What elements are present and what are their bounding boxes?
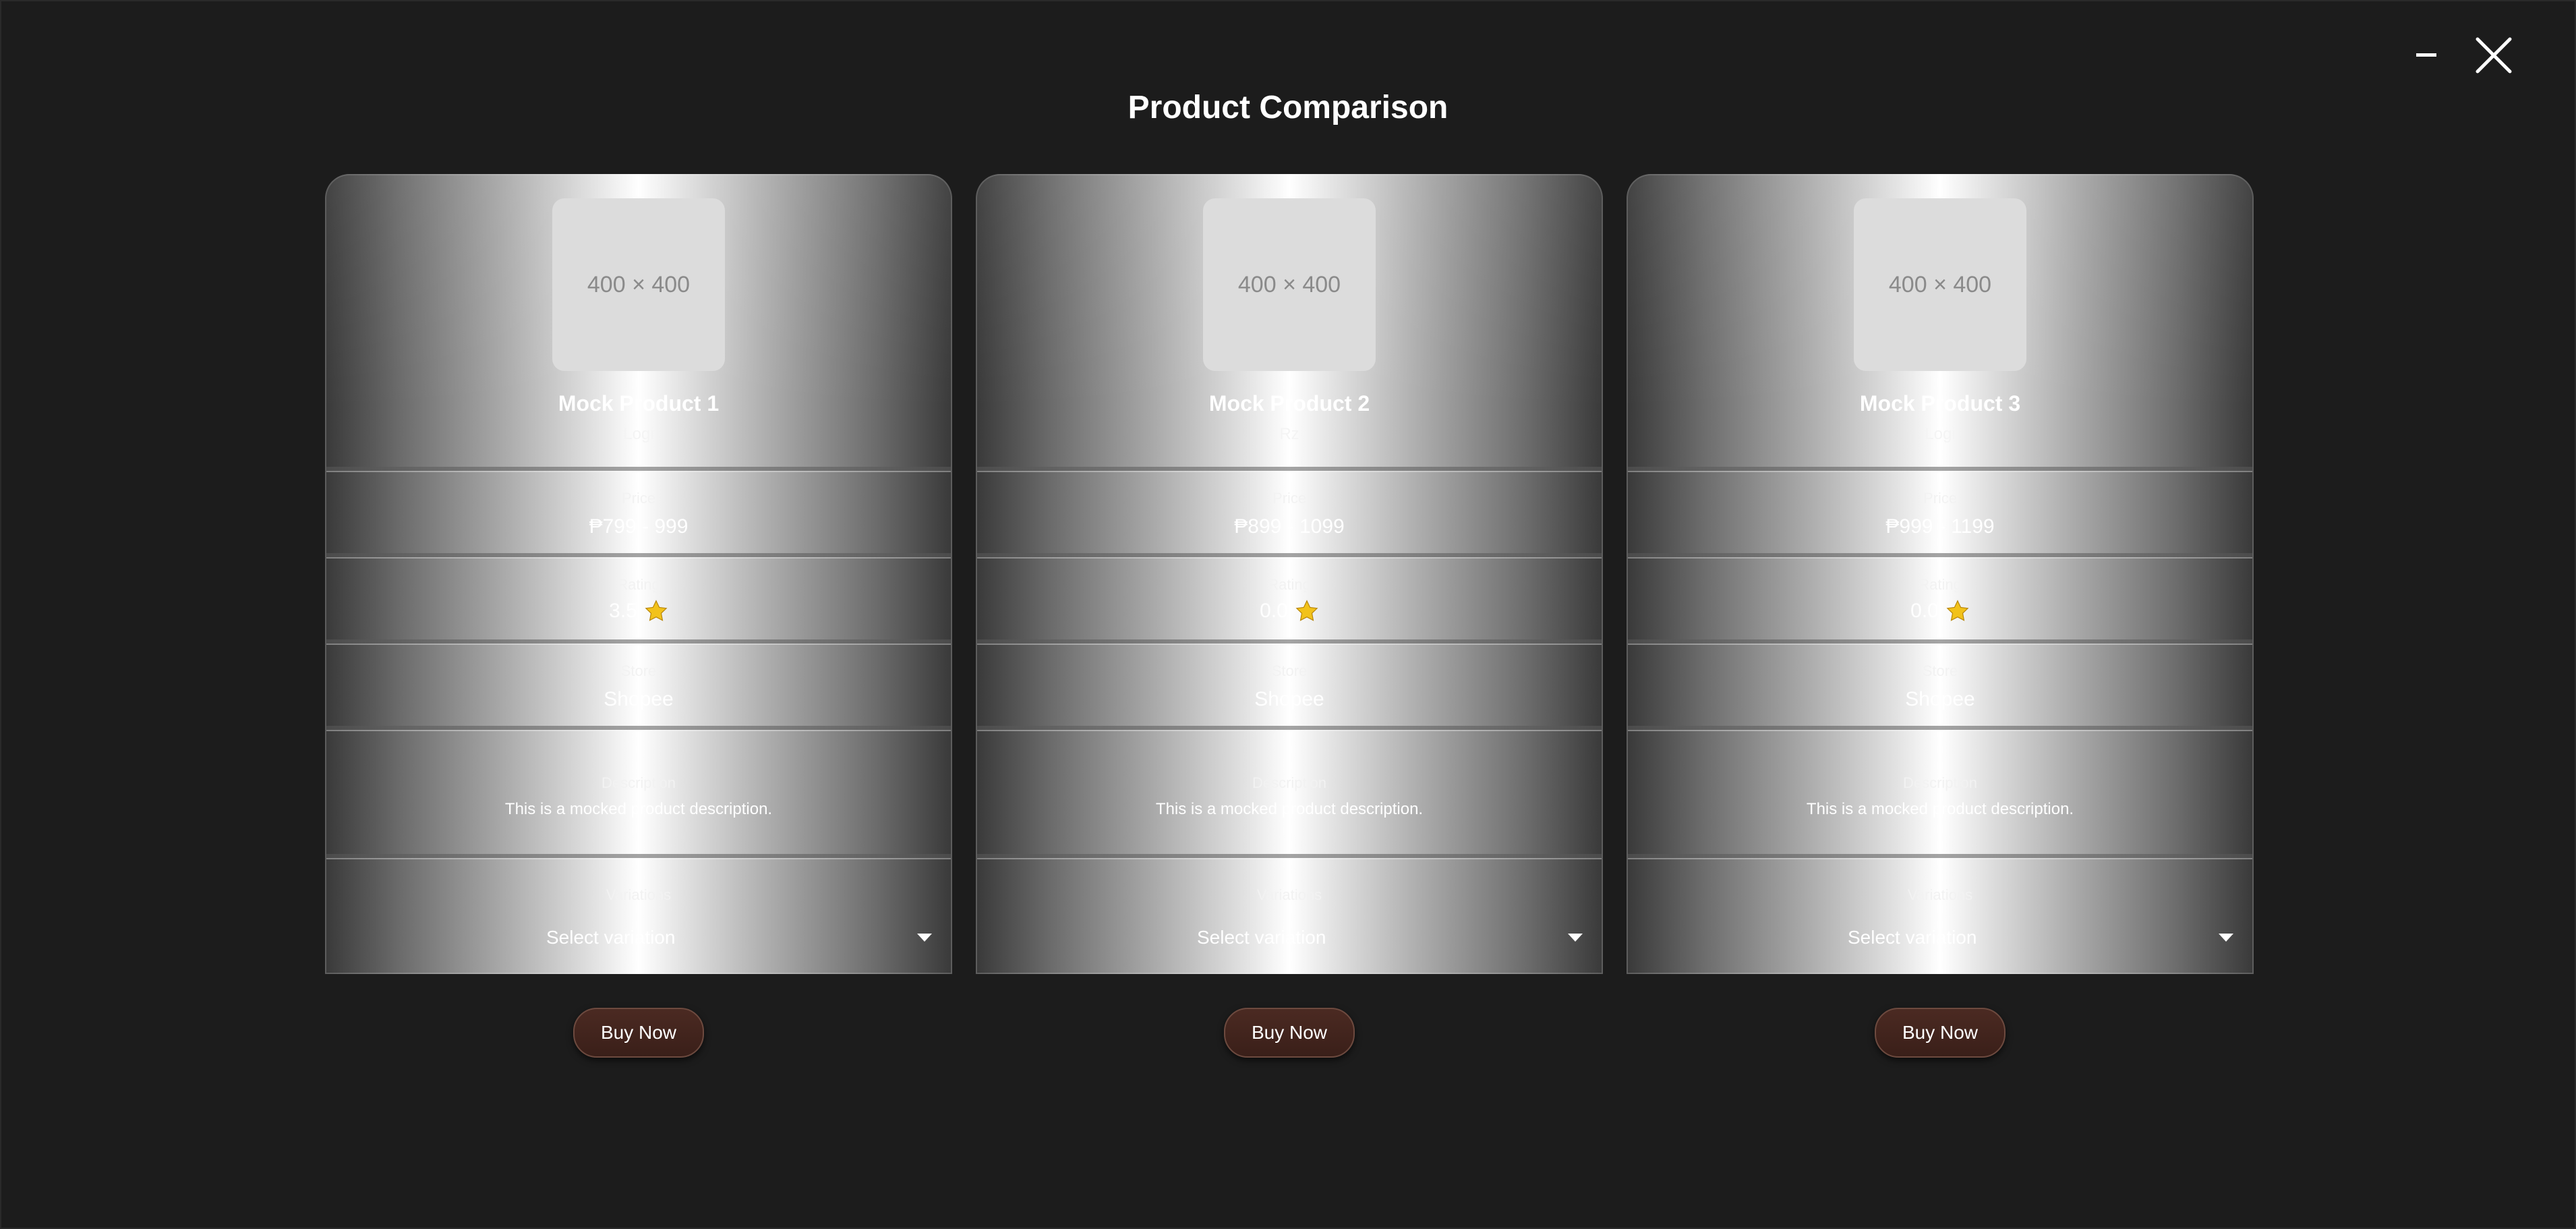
variations-section: Variations Select variation: [326, 854, 951, 973]
description-label: Description: [1902, 774, 1978, 791]
variation-select-value: Select variation: [1848, 927, 1977, 948]
store-value: Shopee: [1254, 688, 1324, 710]
price-section: Price ₱799 - 999: [326, 467, 951, 553]
product-header: 400 × 400 Mock Product 3 Logi: [1628, 175, 2252, 467]
description-label: Description: [601, 774, 676, 791]
product-brand: Logi: [1925, 425, 1956, 443]
rating-section: Rating 3.5: [326, 553, 951, 639]
product-column: 400 × 400 Mock Product 3 Logi Price ₱999…: [1627, 174, 2254, 1058]
description-value: This is a mocked product description.: [504, 800, 773, 818]
rating-value: 3.5: [609, 600, 637, 622]
product-image: 400 × 400: [1203, 198, 1376, 371]
variation-select-value: Select variation: [1197, 927, 1326, 948]
variations-label: Variations: [1256, 886, 1322, 903]
product-name: Mock Product 2: [1208, 391, 1370, 416]
product-image: 400 × 400: [552, 198, 725, 371]
description-section: Description This is a mocked product des…: [326, 726, 951, 854]
product-column: 400 × 400 Mock Product 1 Logi Price ₱799…: [325, 174, 952, 1058]
product-header: 400 × 400 Mock Product 2 Rz: [977, 175, 1602, 467]
price-label: Price: [621, 490, 656, 507]
product-brand: Logi: [623, 425, 654, 443]
product-image: 400 × 400: [1854, 198, 2026, 371]
minimize-icon: [2416, 53, 2436, 57]
product-card: 400 × 400 Mock Product 2 Rz Price ₱899 -…: [976, 174, 1603, 974]
close-icon: [2475, 36, 2513, 74]
store-section: Store Shopee: [326, 639, 951, 726]
variation-select[interactable]: Select variation: [977, 919, 1602, 956]
store-section: Store Shopee: [977, 639, 1602, 726]
description-label: Description: [1252, 774, 1327, 791]
price-section: Price ₱999 - 1199: [1628, 467, 2252, 553]
rating-row: 0.0: [977, 599, 1602, 623]
variations-section: Variations Select variation: [1628, 854, 2252, 973]
chevron-down-icon: [2219, 934, 2233, 942]
product-card: 400 × 400 Mock Product 3 Logi Price ₱999…: [1627, 174, 2254, 974]
product-cards: 400 × 400 Mock Product 1 Logi Price ₱799…: [325, 174, 2254, 1058]
variation-select[interactable]: Select variation: [1628, 919, 2252, 956]
store-value: Shopee: [604, 688, 674, 710]
star-icon: [644, 599, 668, 623]
buy-now-button[interactable]: Buy Now: [573, 1008, 704, 1058]
chevron-down-icon: [1568, 934, 1583, 942]
store-label: Store: [1271, 662, 1308, 679]
product-brand: Rz: [1279, 425, 1299, 443]
rating-label: Rating: [1919, 576, 1962, 593]
rating-section: Rating 0.0: [1628, 553, 2252, 639]
price-section: Price ₱899 - 1099: [977, 467, 1602, 553]
buy-now-button[interactable]: Buy Now: [1875, 1008, 2006, 1058]
buy-now-button[interactable]: Buy Now: [1224, 1008, 1355, 1058]
product-card: 400 × 400 Mock Product 1 Logi Price ₱799…: [325, 174, 952, 974]
star-icon: [1295, 599, 1319, 623]
price-label: Price: [1923, 490, 1958, 507]
rating-section: Rating 0.0: [977, 553, 1602, 639]
price-value: ₱999 - 1199: [1885, 515, 1995, 538]
product-header: 400 × 400 Mock Product 1 Logi: [326, 175, 951, 467]
price-value: ₱799 - 999: [589, 515, 689, 538]
rating-row: 3.5: [326, 599, 951, 623]
comparison-window: Product Comparison 400 × 400 Mock Produc…: [0, 0, 2576, 1229]
product-name: Mock Product 1: [558, 391, 720, 416]
variations-label: Variations: [1907, 886, 1973, 903]
description-section: Description This is a mocked product des…: [977, 726, 1602, 854]
variations-label: Variations: [606, 886, 672, 903]
variation-select[interactable]: Select variation: [326, 919, 951, 956]
store-value: Shopee: [1905, 688, 1975, 710]
product-column: 400 × 400 Mock Product 2 Rz Price ₱899 -…: [976, 174, 1603, 1058]
minimize-button[interactable]: [2406, 35, 2447, 76]
chevron-down-icon: [917, 934, 932, 942]
rating-label: Rating: [617, 576, 660, 593]
page-title: Product Comparison: [1128, 90, 1448, 125]
rating-value: 0.0: [1260, 600, 1288, 622]
store-section: Store Shopee: [1628, 639, 2252, 726]
star-icon: [1945, 599, 1970, 623]
rating-value: 0.0: [1910, 600, 1939, 622]
variations-section: Variations Select variation: [977, 854, 1602, 973]
rating-row: 0.0: [1628, 599, 2252, 623]
description-value: This is a mocked product description.: [1806, 800, 2074, 818]
store-label: Store: [620, 662, 657, 679]
description-value: This is a mocked product description.: [1155, 800, 1424, 818]
price-value: ₱899 - 1099: [1234, 515, 1345, 538]
variation-select-value: Select variation: [546, 927, 676, 948]
window-controls: [2406, 35, 2514, 76]
price-label: Price: [1272, 490, 1307, 507]
store-label: Store: [1922, 662, 1958, 679]
description-section: Description This is a mocked product des…: [1628, 726, 2252, 854]
product-name: Mock Product 3: [1859, 391, 2021, 416]
rating-label: Rating: [1268, 576, 1311, 593]
close-button[interactable]: [2473, 35, 2514, 76]
